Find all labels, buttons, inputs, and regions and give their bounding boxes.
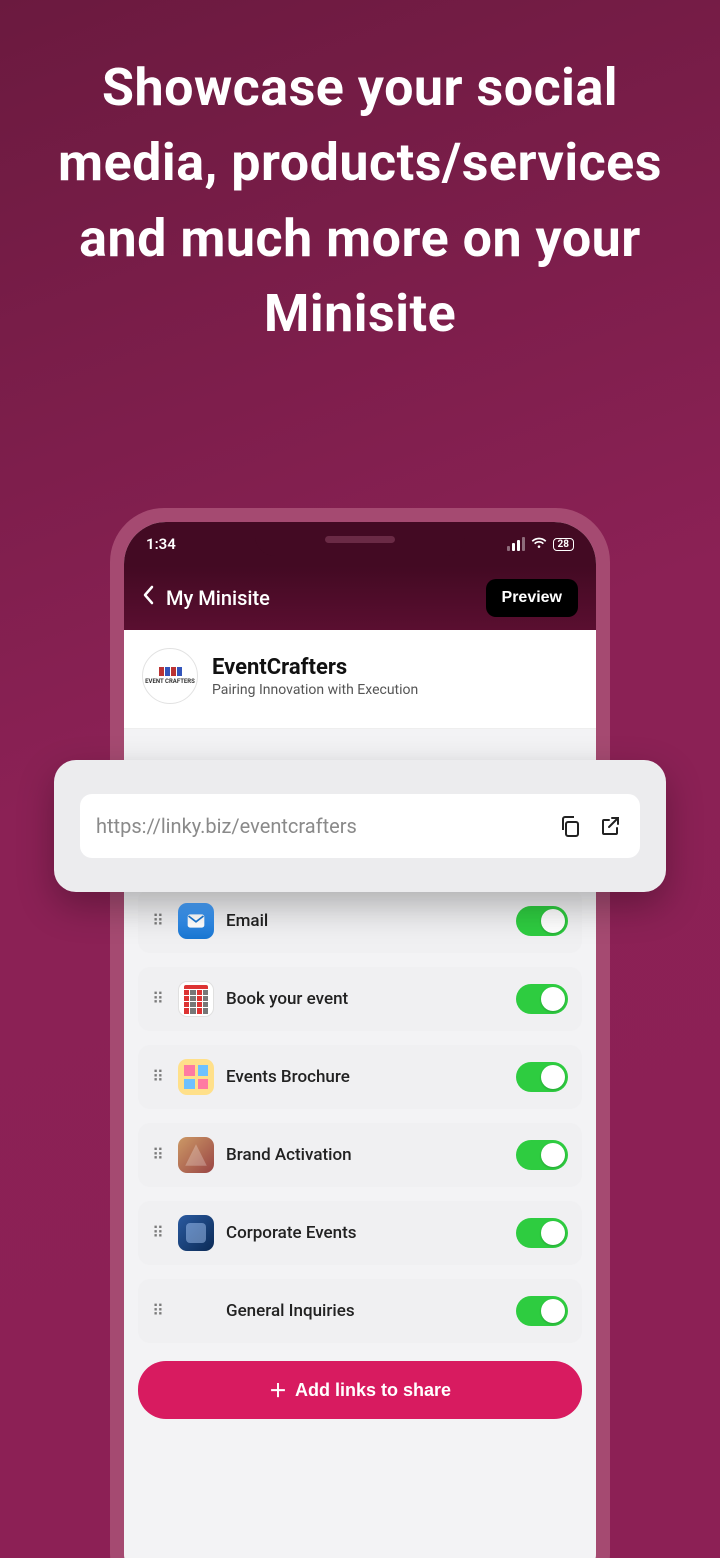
link-label: Events Brochure — [226, 1067, 504, 1087]
generic-link-icon — [178, 1293, 214, 1329]
profile-tagline: Pairing Innovation with Execution — [212, 682, 418, 698]
app-header: My Minisite Preview — [124, 566, 596, 630]
profile-name: EventCrafters — [212, 655, 418, 680]
drag-handle-icon[interactable] — [152, 913, 166, 929]
link-row-general-inquiries[interactable]: General Inquiries — [138, 1279, 582, 1343]
link-row-corporate-events[interactable]: Corporate Events — [138, 1201, 582, 1265]
preview-button[interactable]: Preview — [486, 579, 578, 617]
brand-activation-icon — [178, 1137, 214, 1173]
avatar: EVENT CRAFTERS — [142, 648, 198, 704]
cellular-signal-icon — [507, 537, 525, 551]
drag-handle-icon[interactable] — [152, 991, 166, 1007]
minisite-url-text: https://linky.biz/eventcrafters — [96, 814, 544, 838]
toggle-switch[interactable] — [516, 906, 568, 936]
wifi-icon — [531, 536, 547, 552]
link-label: Corporate Events — [226, 1223, 504, 1243]
profile-section: EVENT CRAFTERS EventCrafters Pairing Inn… — [124, 630, 596, 729]
add-links-label: Add links to share — [295, 1380, 451, 1401]
url-share-card: https://linky.biz/eventcrafters — [54, 760, 666, 892]
promo-background: Showcase your social media, products/ser… — [0, 0, 720, 1558]
battery-indicator: 28 — [553, 538, 574, 551]
drag-handle-icon[interactable] — [152, 1069, 166, 1085]
status-time: 1:34 — [146, 535, 176, 553]
add-links-button[interactable]: ＋ Add links to share — [138, 1361, 582, 1419]
toggle-switch[interactable] — [516, 1140, 568, 1170]
open-external-icon[interactable] — [596, 812, 624, 840]
brochure-icon — [178, 1059, 214, 1095]
back-button[interactable] — [142, 585, 154, 611]
minisite-url-field[interactable]: https://linky.biz/eventcrafters — [80, 794, 640, 858]
phone-notch — [255, 522, 465, 556]
toggle-switch[interactable] — [516, 1218, 568, 1248]
toggle-switch[interactable] — [516, 1296, 568, 1326]
plus-icon: ＋ — [269, 1377, 287, 1403]
link-label: Book your event — [226, 989, 504, 1009]
toggle-switch[interactable] — [516, 984, 568, 1014]
phone-mockup: 1:34 28 My Minisite — [110, 508, 610, 1558]
email-icon — [178, 903, 214, 939]
marketing-headline: Showcase your social media, products/ser… — [0, 0, 720, 352]
drag-handle-icon[interactable] — [152, 1303, 166, 1319]
corporate-events-icon — [178, 1215, 214, 1251]
link-label: Brand Activation — [226, 1145, 504, 1165]
link-row-brochure[interactable]: Events Brochure — [138, 1045, 582, 1109]
link-row-email[interactable]: Email — [138, 889, 582, 953]
link-row-book-event[interactable]: Book your event — [138, 967, 582, 1031]
link-label: Email — [226, 911, 504, 931]
copy-icon[interactable] — [556, 812, 584, 840]
page-title: My Minisite — [166, 586, 270, 610]
link-label: General Inquiries — [226, 1301, 504, 1321]
toggle-switch[interactable] — [516, 1062, 568, 1092]
calendar-icon — [178, 981, 214, 1017]
drag-handle-icon[interactable] — [152, 1147, 166, 1163]
drag-handle-icon[interactable] — [152, 1225, 166, 1241]
avatar-label: EVENT CRAFTERS — [145, 679, 195, 685]
link-row-brand-activation[interactable]: Brand Activation — [138, 1123, 582, 1187]
